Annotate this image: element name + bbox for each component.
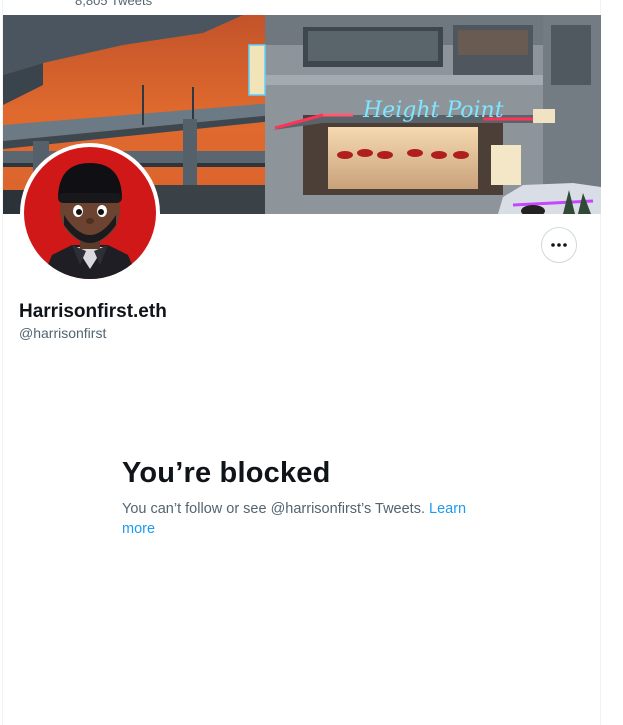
neon-sign: Height Point: [362, 98, 504, 123]
blocked-title: You’re blocked: [122, 457, 331, 489]
tweet-count: 8,805 Tweets: [75, 0, 153, 8]
more-options-button[interactable]: [541, 227, 577, 263]
profile-display-name: Harrisonfirst.eth: [19, 301, 167, 322]
blocked-description-text: You can’t follow or see @harrisonfirst’s…: [122, 501, 430, 517]
profile-page: 8,805 Tweets Height Point Harrisonfirst.…: [0, 0, 623, 725]
more-horizontal-icon: [551, 243, 567, 247]
profile-handle: @harrisonfirst: [19, 325, 107, 341]
profile-avatar[interactable]: [20, 143, 160, 283]
avatar-image: [24, 147, 156, 279]
blocked-description: You can’t follow or see @harrisonfirst’s…: [122, 499, 492, 539]
